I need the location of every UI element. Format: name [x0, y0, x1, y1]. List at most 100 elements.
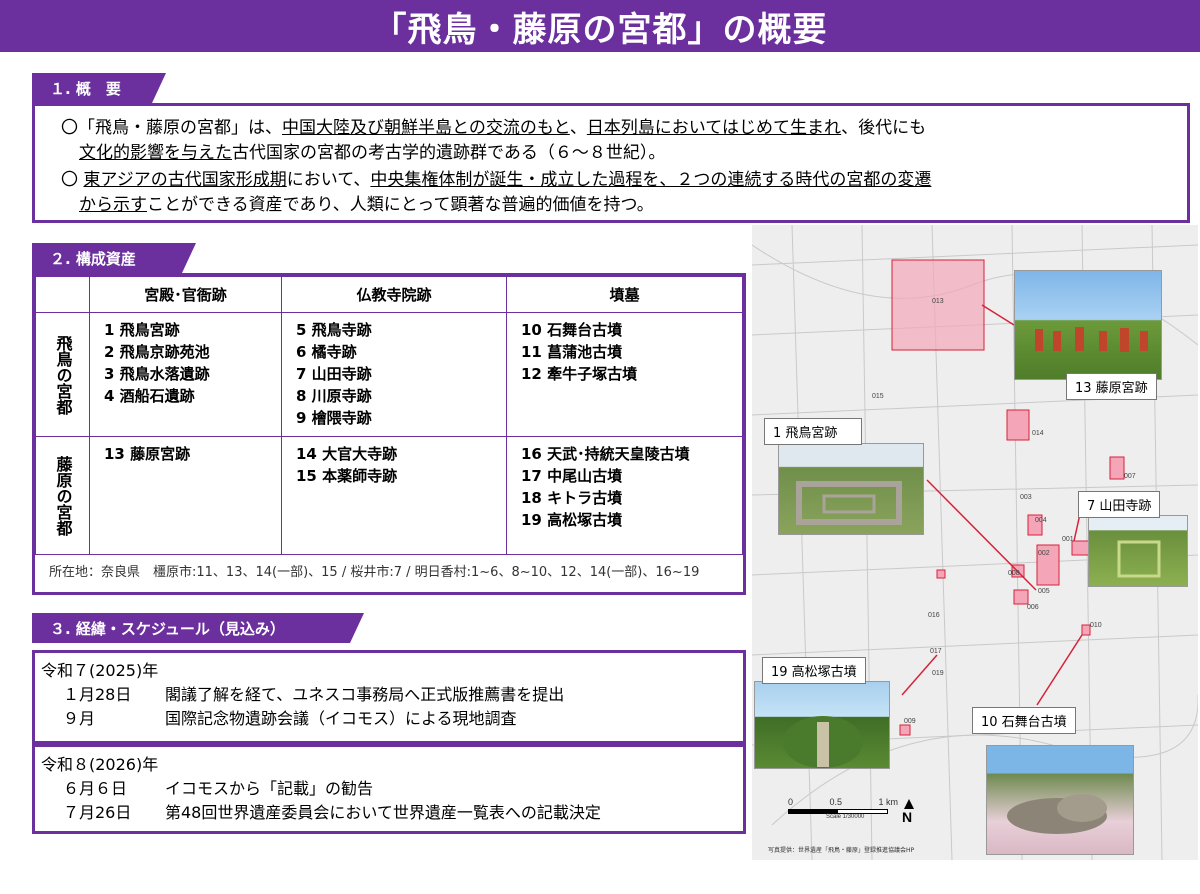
schedule-box-1: 令和７(2025)年 １月28日 閣議了解を経て、ユネスコ事務局へ正式版推薦書を… — [32, 650, 746, 744]
map-code: 005 — [1038, 588, 1050, 595]
text: 、 — [569, 118, 587, 138]
map-code: 013 — [932, 298, 944, 305]
site-map: 013 015 014 007 003 004 002 001 008 005 … — [752, 225, 1198, 860]
location-note: 所在地：奈良県 橿原市:11、13、14(一部)、15 / 桜井市:7 / 明日… — [49, 565, 700, 580]
scale-tick: 0 — [788, 797, 794, 807]
era-header-blank — [35, 276, 90, 313]
pillar-shapes — [1035, 327, 1148, 352]
photo-takamatsuzuka — [754, 681, 890, 769]
map-code: 003 — [1020, 494, 1032, 501]
overview-bullet-2: 〇 東アジアの古代国家形成期において、中央集権体制が誕生・成立した過程を、２つの… — [47, 168, 1175, 218]
text: 〇「飛鳥・藤原の宮都」は、 — [61, 118, 282, 138]
schedule-date: ６月６日 — [63, 779, 128, 798]
temple-list-asuka: 5 飛鳥寺跡 6 橘寺跡 7 山田寺跡 8 川原寺跡 9 檜隈寺跡 — [281, 312, 507, 437]
scale-bar: 0 0.5 1 km Scale 1/30000 — [788, 797, 938, 820]
schedule-year-2: 令和８(2026)年 — [41, 755, 159, 774]
header-tomb: 墳墓 — [506, 276, 743, 313]
photo-yamada-temple — [1088, 515, 1188, 587]
mound-shape — [783, 716, 863, 768]
map-code: 015 — [872, 393, 884, 400]
text: 中央集権体制が誕生・成立した過程を、２つの連続する時代の宮都の変遷 — [370, 170, 932, 190]
map-code: 007 — [1124, 473, 1136, 480]
schedule-row: １月28日 閣議了解を経て、ユネスコ事務局へ正式版推薦書を提出 — [35, 683, 743, 707]
map-code: 009 — [904, 718, 916, 725]
photo-asuka-palace — [778, 443, 924, 535]
scale-tick: 0.5 — [829, 797, 842, 807]
schedule-row: ７月26日 第48回世界遺産委員会において世界遺産一覧表への記載決定 — [35, 801, 743, 825]
leader-line — [1036, 634, 1083, 706]
site-fujiwara-palace — [891, 259, 985, 351]
assets-tab: ２. 構成資産 — [32, 243, 196, 273]
list-item: 3 飛鳥水落遺跡 — [104, 365, 210, 383]
list-item: 10 石舞台古墳 — [521, 321, 623, 339]
text: 文化的影響を与えた — [79, 143, 232, 163]
overview-bullet-1: 〇「飛鳥・藤原の宮都」は、中国大陸及び朝鮮半島との交流のもと、日本列島においては… — [47, 116, 1175, 166]
text: 古代国家の宮都の考古学的遺跡群である（６～８世紀）。 — [232, 143, 666, 163]
list-item: 17 中尾山古墳 — [521, 467, 623, 485]
assets-box: 宮殿･官衙跡 仏教寺院跡 墳墓 飛鳥の宮都 1 飛鳥宮跡 2 飛鳥京跡苑池 3 … — [32, 273, 746, 595]
text: ことができる資産であり、人類にとって顕著な普遍的価値を持つ。 — [147, 195, 654, 215]
list-item: 16 天武･持統天皇陵古墳 — [521, 445, 690, 463]
site-marker — [1081, 624, 1091, 636]
list-item: 19 高松塚古墳 — [521, 511, 623, 529]
ruin-shape — [796, 481, 902, 525]
map-code: 006 — [1027, 604, 1039, 611]
schedule-tab: ３. 経緯・スケジュール（見込み） — [32, 613, 364, 643]
photo-credit: 写真提供：世界遺産「飛鳥・藤原」登録推進協議会HP — [768, 847, 915, 854]
text: から示す — [79, 195, 147, 215]
text: 東アジアの古代国家形成期 — [83, 170, 287, 190]
schedule-year-1: 令和７(2025)年 — [41, 661, 159, 680]
page-title: 「飛鳥・藤原の宮都」の概要 — [0, 0, 1200, 52]
site-marker — [1109, 456, 1125, 480]
field-shape — [1117, 540, 1161, 578]
temple-list-fujiwara: 14 大官大寺跡 15 本薬師寺跡 — [281, 436, 507, 555]
scale-text: Scale 1/30000 — [826, 814, 865, 820]
stone-shape — [1007, 794, 1107, 834]
list-item: 15 本薬師寺跡 — [296, 467, 398, 485]
map-code: 008 — [1008, 570, 1020, 577]
text: において、 — [286, 170, 371, 190]
tomb-list-asuka: 10 石舞台古墳 11 菖蒲池古墳 12 牽牛子塚古墳 — [506, 312, 743, 437]
schedule-label: ３. 経緯・スケジュール（見込み） — [50, 619, 285, 638]
schedule-date: ９月 — [63, 709, 96, 728]
list-item: 2 飛鳥京跡苑池 — [104, 343, 210, 361]
site-marker — [1006, 409, 1030, 441]
overview-box: 〇「飛鳥・藤原の宮都」は、中国大陸及び朝鮮半島との交流のもと、日本列島においては… — [32, 103, 1190, 223]
tomb-list-fujiwara: 16 天武･持統天皇陵古墳 17 中尾山古墳 18 キトラ古墳 19 高松塚古墳 — [506, 436, 743, 555]
callout-ishibutai: 10 石舞台古墳 — [972, 707, 1076, 734]
era-asuka: 飛鳥の宮都 — [35, 312, 90, 437]
photo-ishibutai — [986, 745, 1134, 855]
list-item: 1 飛鳥宮跡 — [104, 321, 180, 339]
map-code: 004 — [1035, 517, 1047, 524]
map-code: 010 — [1090, 622, 1102, 629]
header-palace: 宮殿･官衙跡 — [89, 276, 282, 313]
schedule-text: イコモスから「記載」の勧告 — [165, 779, 374, 798]
map-code: 001 — [1062, 536, 1074, 543]
list-item: 4 酒船石遺跡 — [104, 387, 195, 405]
map-code: 019 — [932, 670, 944, 677]
leader-line — [981, 304, 1015, 326]
palace-list-asuka: 1 飛鳥宮跡 2 飛鳥京跡苑池 3 飛鳥水落遺跡 4 酒船石遺跡 — [89, 312, 282, 437]
header-temple: 仏教寺院跡 — [281, 276, 507, 313]
schedule-text: 第48回世界遺産委員会において世界遺産一覧表への記載決定 — [165, 803, 601, 822]
list-item: 11 菖蒲池古墳 — [521, 343, 623, 361]
schedule-row: ６月６日 イコモスから「記載」の勧告 — [35, 777, 743, 801]
callout-takamatsuzuka: 19 高松塚古墳 — [762, 657, 866, 684]
list-item: 14 大官大寺跡 — [296, 445, 398, 463]
photo-fujiwara-palace — [1014, 270, 1162, 380]
overview-label: １. 概 要 — [50, 79, 121, 98]
site-marker — [936, 569, 946, 579]
text: 日本列島においてはじめて生まれ — [586, 118, 842, 138]
map-code: 002 — [1038, 550, 1050, 557]
overview-tab: １. 概 要 — [32, 73, 166, 103]
callout-yamada-temple: 7 山田寺跡 — [1078, 491, 1161, 518]
list-item: 5 飛鳥寺跡 — [296, 321, 372, 339]
list-item: 6 橘寺跡 — [296, 343, 357, 361]
schedule-box-2: 令和８(2026)年 ６月６日 イコモスから「記載」の勧告 ７月26日 第48回… — [32, 744, 746, 834]
north-arrow-icon: N — [902, 799, 914, 825]
list-item: 12 牽牛子塚古墳 — [521, 365, 638, 383]
site-marker — [1013, 589, 1029, 605]
scale-tick: 1 km — [878, 797, 898, 807]
map-code: 014 — [1032, 430, 1044, 437]
text: 、後代にも — [841, 118, 927, 138]
